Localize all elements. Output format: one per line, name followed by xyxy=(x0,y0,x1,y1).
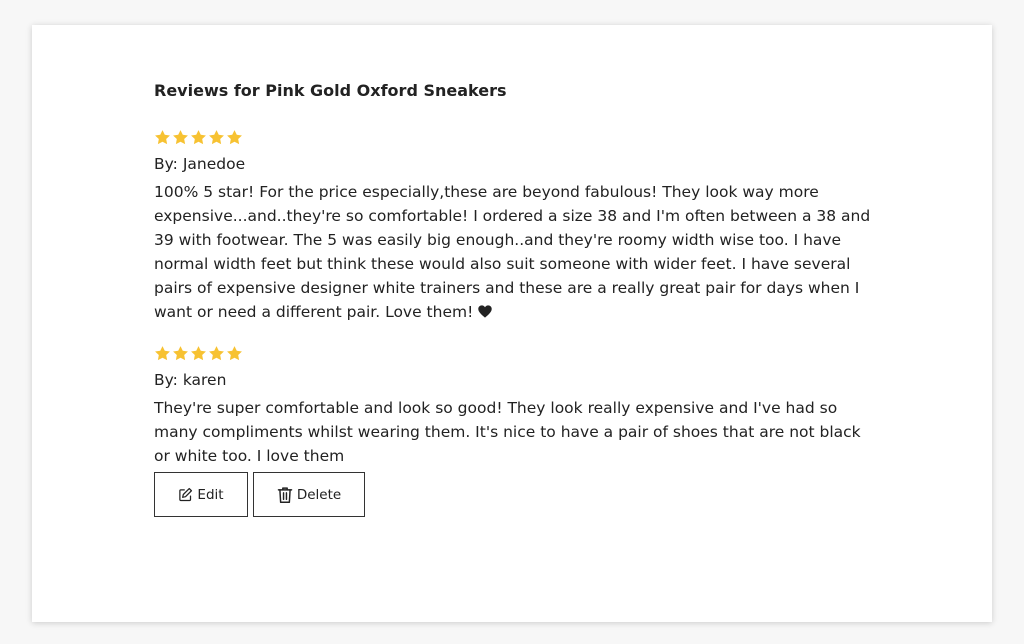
reviews-content: Reviews for Pink Gold Oxford Sneakers By… xyxy=(154,80,874,465)
delete-button-label: Delete xyxy=(296,486,342,503)
star-icon xyxy=(208,345,225,362)
edit-icon xyxy=(178,487,193,502)
review-item: By: karen They're super comfortable and … xyxy=(154,342,874,468)
star-rating xyxy=(154,126,874,148)
review-author: By: karen xyxy=(154,371,227,389)
star-icon xyxy=(172,345,189,362)
star-icon xyxy=(226,129,243,146)
star-icon xyxy=(172,129,189,146)
star-icon xyxy=(154,129,171,146)
review-item: By: Janedoe 100% 5 star! For the price e… xyxy=(154,126,874,325)
review-text-content: 100% 5 star! For the price especially,th… xyxy=(154,183,871,321)
review-text: 100% 5 star! For the price especially,th… xyxy=(154,180,874,325)
star-icon xyxy=(190,345,207,362)
reviews-card: Reviews for Pink Gold Oxford Sneakers By… xyxy=(32,25,992,622)
heart-icon xyxy=(478,301,492,325)
review-author: By: Janedoe xyxy=(154,155,246,173)
star-icon xyxy=(226,345,243,362)
page-title: Reviews for Pink Gold Oxford Sneakers xyxy=(154,81,507,100)
review-text: They're super comfortable and look so go… xyxy=(154,399,861,465)
delete-button[interactable]: Delete xyxy=(253,472,365,517)
trash-icon xyxy=(277,486,293,504)
star-icon xyxy=(190,129,207,146)
edit-button-label: Edit xyxy=(197,486,224,503)
star-icon xyxy=(208,129,225,146)
edit-button[interactable]: Edit xyxy=(154,472,248,517)
review-actions: Edit Delete xyxy=(154,472,365,517)
star-icon xyxy=(154,345,171,362)
star-rating xyxy=(154,342,874,364)
